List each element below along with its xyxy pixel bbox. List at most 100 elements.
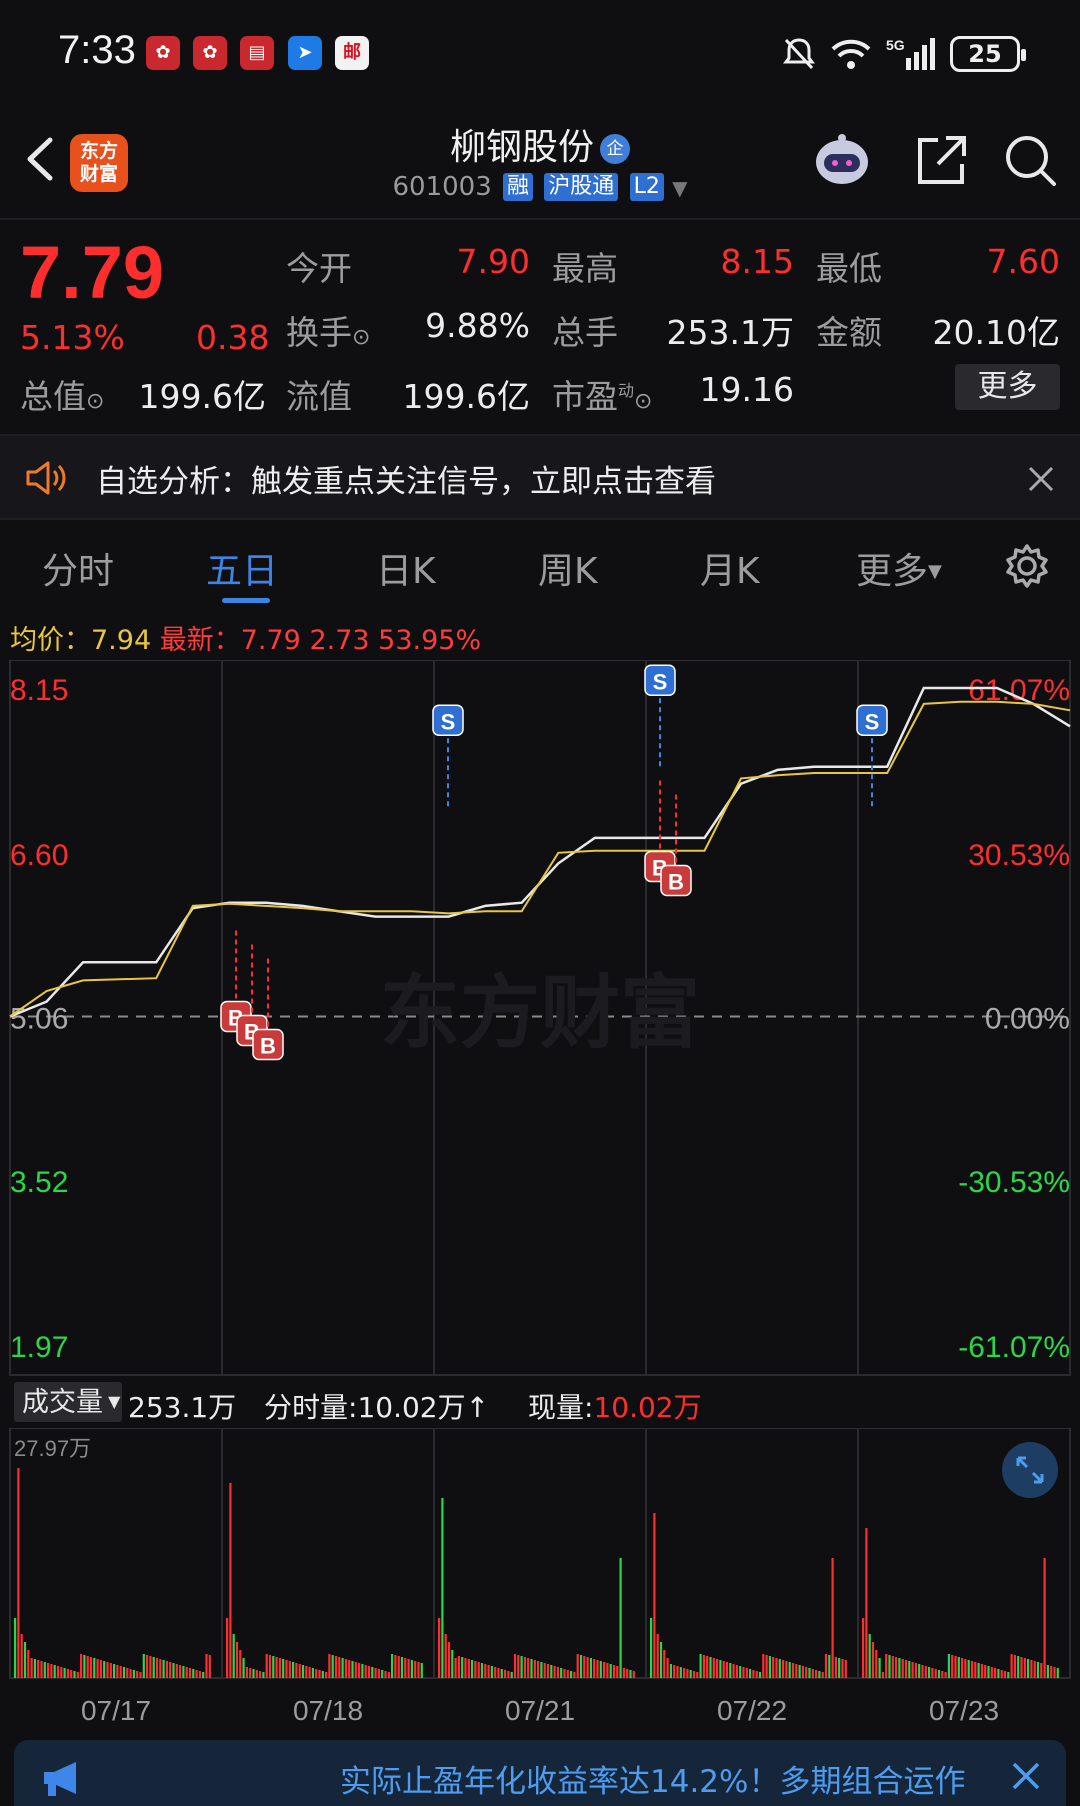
volume-bar [609, 1664, 612, 1678]
pct-change: 5.13% [20, 318, 125, 357]
volume-bar [527, 1658, 530, 1678]
tab-five-day[interactable]: 五日 [206, 542, 278, 594]
volume-bar [484, 1664, 487, 1678]
share-icon[interactable] [912, 130, 972, 190]
volume-bar [252, 1669, 255, 1678]
signal-icon: 5G [886, 37, 935, 70]
dropdown-icon: ▼ [928, 561, 942, 582]
volume-bar [301, 1665, 305, 1678]
volume-bar [441, 1498, 444, 1678]
volume-bar [650, 1618, 653, 1678]
volume-chart[interactable]: 27.97万 07/17 07/18 07/21 07/22 07/23 [0, 1428, 1080, 1738]
volume-bar [245, 1667, 248, 1678]
volume-bar [801, 1666, 804, 1678]
volume-bar [242, 1658, 245, 1678]
volume-bar [838, 1658, 841, 1678]
volume-bar [994, 1668, 997, 1678]
volume-bar [504, 1670, 507, 1678]
y-right-tick-label: 30.53% [968, 839, 1070, 872]
stock-header: 东方 财富 柳钢股份企 601003 融 沪股通 L2 ▼ [0, 104, 1080, 220]
volume-selector[interactable]: 成交量 ▼ [14, 1382, 122, 1422]
tab-intraday[interactable]: 分时 [42, 542, 114, 594]
volume-bar [464, 1658, 467, 1678]
volume-bar [556, 1667, 559, 1678]
tab-more[interactable]: 更多▼ [856, 542, 942, 594]
tab-monthly-k[interactable]: 月K [700, 542, 760, 594]
volume-bar [348, 1660, 351, 1678]
volume-bar [83, 1655, 86, 1678]
volume-bar [543, 1663, 546, 1678]
volume-bar [702, 1655, 705, 1678]
volume-bar [361, 1664, 364, 1678]
volume-bar [666, 1658, 669, 1678]
buy-signal-marker: B [252, 1028, 284, 1061]
volume-bar [659, 1642, 663, 1678]
tab-daily-k[interactable]: 日K [376, 542, 436, 594]
five-day-price-chart[interactable]: 东方财富8.156.605.063.521.9761.07%30.53%0.00… [0, 660, 1080, 1380]
volume-bar [768, 1656, 771, 1678]
active-tab-indicator [222, 598, 270, 603]
volume-bar [364, 1665, 367, 1678]
dropdown-icon: ▼ [672, 176, 688, 200]
volume-bar [990, 1667, 993, 1678]
volume-bar [732, 1664, 735, 1678]
pe-label[interactable]: 市盈动⊙ [552, 370, 652, 418]
y-left-tick-label: 3.52 [10, 1166, 68, 1199]
volume-bar [381, 1670, 384, 1678]
volume-bar [947, 1654, 950, 1678]
volume-bar [282, 1659, 285, 1678]
more-button[interactable]: 更多 [955, 364, 1060, 410]
volume-bar [762, 1654, 765, 1678]
volume-bar [351, 1661, 354, 1678]
stock-code: 601003 [392, 172, 492, 202]
volume-bar [129, 1669, 132, 1678]
close-icon[interactable] [1008, 1758, 1044, 1794]
volume-bar [699, 1654, 702, 1678]
volume-bar [583, 1656, 586, 1678]
volume-bar [262, 1672, 265, 1678]
volume-bar [553, 1666, 556, 1678]
volume-bar [457, 1656, 460, 1678]
robot-assistant-icon[interactable] [812, 130, 872, 190]
y-left-tick-label: 1.97 [10, 1331, 68, 1364]
volume-bar [1020, 1657, 1023, 1678]
close-icon[interactable] [1026, 464, 1056, 494]
volume-bar [1000, 1670, 1003, 1678]
volume-bar [119, 1666, 122, 1678]
info-icon: ⊙ [352, 325, 371, 350]
settings-gear-icon[interactable] [1003, 542, 1051, 590]
level2-tag: L2 [629, 173, 664, 201]
search-icon[interactable] [1000, 130, 1060, 190]
tab-weekly-k[interactable]: 周K [538, 542, 598, 594]
volume-bar [447, 1642, 451, 1678]
volume-bar [782, 1660, 785, 1678]
volume-bar [798, 1665, 801, 1678]
bottom-ad-banner[interactable]: 实际止盈年化收益率达14.2%！多期组合运作 [14, 1740, 1066, 1806]
volume-bar [76, 1672, 79, 1678]
volume-bar [149, 1656, 152, 1678]
signal-banner[interactable]: 自选分析：触发重点关注信号，立即点击查看 [0, 434, 1080, 520]
volume-bar [1017, 1656, 1020, 1678]
watermark: 东方财富 [380, 967, 700, 1060]
volume-bar [904, 1660, 908, 1678]
volume-bar [33, 1659, 36, 1678]
volume-bar [268, 1655, 272, 1678]
volume-bar [47, 1663, 50, 1678]
volume-header: 成交量 ▼ 253.1万 分时量:10.02万↑ 现量:10.02万 [0, 1382, 1080, 1428]
volume-total: 253.1万 [128, 1391, 237, 1424]
volume-bar [202, 1672, 205, 1678]
volume-bar [344, 1659, 347, 1678]
turnover-label[interactable]: 换手⊙ [286, 306, 370, 354]
volume-bar [970, 1661, 974, 1678]
volume-bar [901, 1659, 904, 1678]
volume-bar [331, 1655, 334, 1678]
volume-bar [815, 1670, 818, 1678]
volume-bar [461, 1657, 464, 1678]
volume-bar [311, 1668, 314, 1678]
volume-bar [122, 1667, 126, 1678]
total-cap-label[interactable]: 总值⊙ [20, 370, 104, 418]
volume-bar [755, 1671, 758, 1678]
volume-bar [132, 1670, 135, 1678]
volume-bar [288, 1661, 291, 1678]
volume-bar [397, 1656, 400, 1678]
